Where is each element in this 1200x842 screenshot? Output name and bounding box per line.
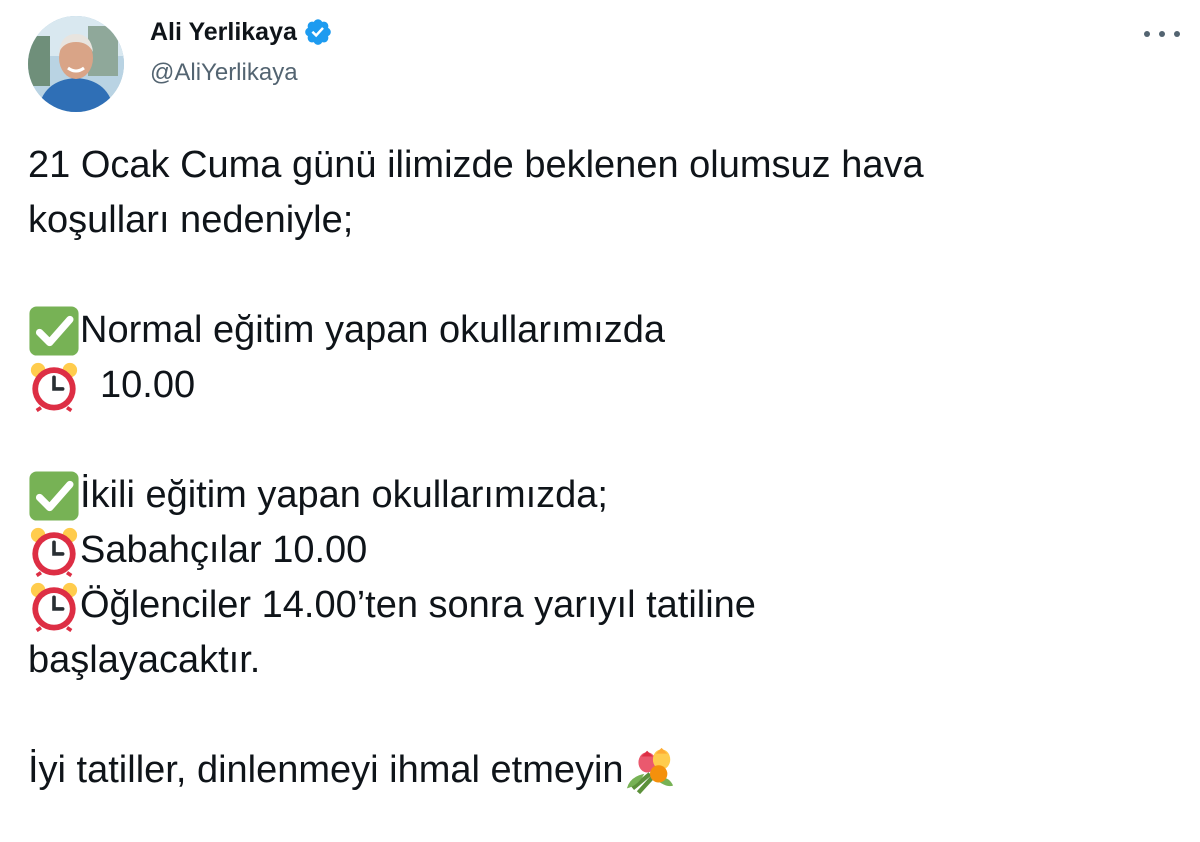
avatar-image xyxy=(28,16,124,112)
tweet-line: koşulları nedeniyle; xyxy=(28,193,1178,248)
check-mark-icon xyxy=(28,305,80,357)
verified-badge-icon xyxy=(303,17,333,47)
display-name[interactable]: Ali Yerlikaya xyxy=(150,10,297,54)
alarm-clock-icon xyxy=(28,580,80,632)
alarm-clock-icon xyxy=(28,525,80,577)
more-options-dot xyxy=(1174,31,1180,37)
avatar[interactable] xyxy=(28,16,124,112)
tweet-line: Öğlenciler 14.00’ten sonra yarıyıl tatil… xyxy=(28,578,1178,633)
more-options-button[interactable] xyxy=(1144,24,1180,44)
tweet-line: başlayacaktır. xyxy=(28,633,1178,688)
user-info: Ali Yerlikaya @AliYerlikaya xyxy=(150,10,333,90)
tweet-line-text: Öğlenciler 14.00’ten sonra yarıyıl tatil… xyxy=(80,584,756,626)
tweet-line-text: koşulları nedeniyle; xyxy=(28,199,354,241)
tweet-line: Sabahçılar 10.00 xyxy=(28,523,1178,578)
tweet-line: 21 Ocak Cuma günü ilimizde beklenen olum… xyxy=(28,138,1178,193)
tweet-line: İyi tatiller, dinlenmeyi ihmal etmeyin xyxy=(28,743,1178,798)
check-mark-icon xyxy=(28,470,80,522)
user-handle[interactable]: @AliYerlikaya xyxy=(150,56,333,90)
tweet-line-text: başlayacaktır. xyxy=(28,639,261,681)
tweet-line-text: Sabahçılar 10.00 xyxy=(80,529,368,571)
tweet-line: 10.00 xyxy=(28,358,1178,413)
more-options-dot xyxy=(1159,31,1165,37)
tweet-text: 21 Ocak Cuma günü ilimizde beklenen olum… xyxy=(28,138,1178,798)
alarm-clock-icon xyxy=(28,360,80,412)
tweet-line-text: İyi tatiller, dinlenmeyi ihmal etmeyin xyxy=(28,749,624,791)
tweet-line-text: Normal eğitim yapan okullarımızda xyxy=(80,309,666,351)
tweet-line-text: 10.00 xyxy=(100,364,196,406)
tweet-line: Normal eğitim yapan okullarımızda xyxy=(28,303,1178,358)
tweet-line-text: İkili eğitim yapan okullarımızda; xyxy=(80,474,608,516)
tweet-line-text: 21 Ocak Cuma günü ilimizde beklenen olum… xyxy=(28,144,924,186)
bouquet-icon xyxy=(624,745,676,797)
tweet-line: İkili eğitim yapan okullarımızda; xyxy=(28,468,1178,523)
more-options-icon xyxy=(1144,31,1150,37)
tweet-header: Ali Yerlikaya @AliYerlikaya xyxy=(28,10,1180,112)
